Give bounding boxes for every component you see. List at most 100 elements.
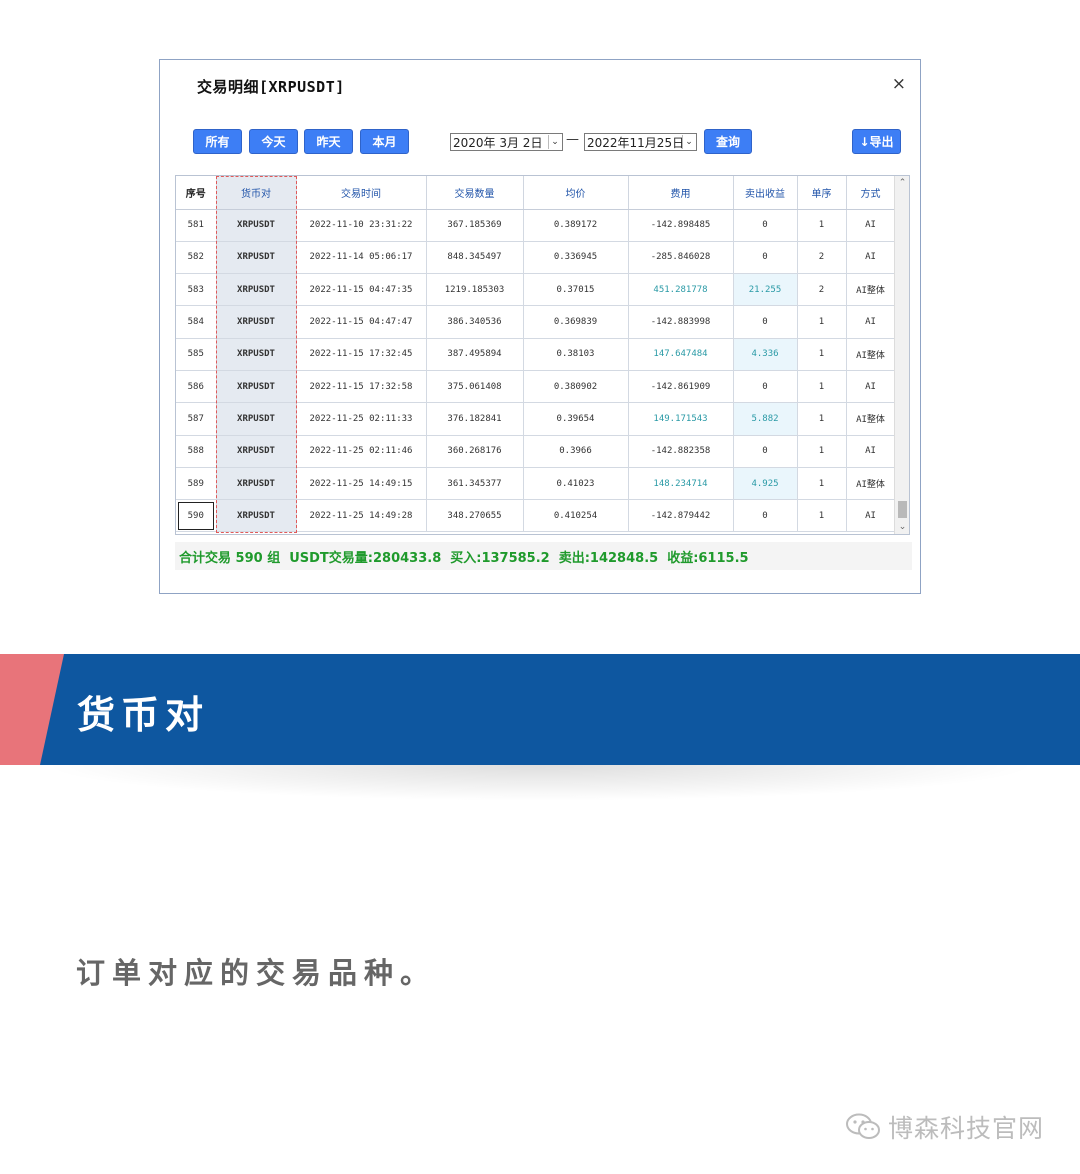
cell-pair: XRPUSDT [216,305,297,339]
header-mode[interactable]: 方式 [846,176,896,210]
cell-pair: XRPUSDT [216,435,297,468]
cell-mode: AI整体 [846,467,896,501]
cell-sell-profit: 0 [733,499,798,533]
cell-sell-profit: 0 [733,435,798,468]
trade-detail-dialog: 交易明细[XRPUSDT] × 所有 今天 昨天 本月 2020年 3月 2日 … [159,59,921,594]
cell-order-seq: 1 [797,499,847,533]
watermark: 博森科技官网 [844,1109,1044,1145]
cell-time: 2022-11-25 02:11:33 [296,402,427,436]
table-row[interactable]: 581 XRPUSDT 2022-11-10 23:31:22 367.185369 0… [176,209,896,242]
watermark-text: 博森科技官网 [887,1114,1044,1143]
cell-order-seq: 1 [797,435,847,468]
filter-all-button[interactable]: 所有 [193,129,242,154]
cell-seq: 582 [176,241,217,275]
wechat-icon [845,1113,880,1139]
cell-fee: 149.171543 [628,402,734,436]
cell-quantity: 375.061408 [426,370,524,404]
cell-fee: -142.882358 [628,435,734,468]
scroll-thumb[interactable] [898,501,907,518]
trade-table: 序号 货币对 交易时间 交易数量 均价 费用 卖出收益 单序 方式 581 XRP… [175,175,910,535]
cell-quantity: 386.340536 [426,305,524,339]
cell-avg-price: 0.410254 [523,499,629,533]
cell-time: 2022-11-14 05:06:17 [296,241,427,275]
cell-pair: XRPUSDT [216,467,297,501]
header-sell-profit[interactable]: 卖出收益 [733,176,798,210]
date-to-picker[interactable]: 2022年11月25日 ⌄ [584,133,697,151]
cell-sell-profit: 4.336 [733,338,798,371]
cell-quantity: 1219.185303 [426,273,524,307]
export-button[interactable]: ↓导出 [852,129,901,154]
cell-seq: 588 [176,435,217,468]
header-quantity[interactable]: 交易数量 [426,176,524,210]
cell-seq: 581 [176,209,217,242]
query-button[interactable]: 查询 [704,129,752,154]
cell-mode: AI [846,305,896,339]
date-from-picker[interactable]: 2020年 3月 2日 ⌄ [450,133,563,151]
table-header-row: 序号 货币对 交易时间 交易数量 均价 费用 卖出收益 单序 方式 [176,176,896,210]
cell-order-seq: 2 [797,241,847,275]
filter-yesterday-button[interactable]: 昨天 [304,129,353,154]
cell-seq: 589 [176,467,217,501]
cell-fee: 147.647484 [628,338,734,371]
summary-total: 合计交易 590 组 [179,550,281,566]
cell-sell-profit: 0 [733,209,798,242]
scroll-up-icon[interactable]: ⌃ [895,176,909,190]
table-row[interactable]: 585 XRPUSDT 2022-11-15 17:32:45 387.495894 0… [176,338,896,371]
cell-order-seq: 1 [797,305,847,339]
cell-quantity: 361.345377 [426,467,524,501]
table-row[interactable]: 589 XRPUSDT 2022-11-25 14:49:15 361.345377 0… [176,467,896,501]
table-row[interactable]: 583 XRPUSDT 2022-11-15 04:47:35 1219.185303… [176,273,896,307]
table-row[interactable]: 584 XRPUSDT 2022-11-15 04:47:47 386.340536 0… [176,305,896,339]
table-row[interactable]: 587 XRPUSDT 2022-11-25 02:11:33 376.182841 0… [176,402,896,436]
header-time[interactable]: 交易时间 [296,176,427,210]
cell-mode: AI整体 [846,338,896,371]
cell-mode: AI整体 [846,402,896,436]
close-icon[interactable]: × [892,74,906,94]
cell-time: 2022-11-25 14:49:15 [296,467,427,501]
cell-fee: -142.883998 [628,305,734,339]
chevron-down-icon[interactable]: ⌄ [548,135,561,149]
cell-pair: XRPUSDT [216,209,297,242]
cell-mode: AI [846,209,896,242]
cell-avg-price: 0.38103 [523,338,629,371]
header-seq[interactable]: 序号 [176,176,217,210]
cell-avg-price: 0.3966 [523,435,629,468]
table-row[interactable]: 582 XRPUSDT 2022-11-14 05:06:17 848.345497 0… [176,241,896,275]
cell-time: 2022-11-25 14:49:28 [296,499,427,533]
cell-quantity: 376.182841 [426,402,524,436]
banner-title: 货币对 [77,693,210,737]
header-avg-price[interactable]: 均价 [523,176,629,210]
table-row[interactable]: 590 XRPUSDT 2022-11-25 14:49:28 348.270655 0… [176,499,896,533]
date-separator: — [566,132,579,147]
cell-avg-price: 0.41023 [523,467,629,501]
cell-fee: -142.898485 [628,209,734,242]
summary-sell: 卖出:142848.5 [558,550,659,566]
summary-usdt-volume: USDT交易量:280433.8 [289,550,442,566]
cell-fee: -142.861909 [628,370,734,404]
scroll-down-icon[interactable]: ⌄ [895,520,909,534]
header-fee[interactable]: 费用 [628,176,734,210]
cell-time: 2022-11-15 04:47:35 [296,273,427,307]
header-order-seq[interactable]: 单序 [797,176,847,210]
cell-order-seq: 1 [797,338,847,371]
header-pair[interactable]: 货币对 [216,176,297,210]
summary-bar: 合计交易 590 组 USDT交易量:280433.8 买入:137585.2 … [175,542,912,570]
cell-avg-price: 0.369839 [523,305,629,339]
dialog-title: 交易明细[XRPUSDT] [197,78,345,96]
cell-order-seq: 2 [797,273,847,307]
cell-quantity: 348.270655 [426,499,524,533]
cell-time: 2022-11-15 04:47:47 [296,305,427,339]
banner-shadow [40,765,1040,801]
cell-pair: XRPUSDT [216,402,297,436]
vertical-scrollbar[interactable]: ⌃ ⌄ [894,176,909,534]
cell-quantity: 367.185369 [426,209,524,242]
cell-avg-price: 0.389172 [523,209,629,242]
chevron-down-icon[interactable]: ⌄ [682,135,695,149]
cell-pair: XRPUSDT [216,338,297,371]
filter-today-button[interactable]: 今天 [249,129,298,154]
table-row[interactable]: 588 XRPUSDT 2022-11-25 02:11:46 360.268176 0… [176,435,896,468]
table-row[interactable]: 586 XRPUSDT 2022-11-15 17:32:58 375.061408 0… [176,370,896,404]
filter-this-month-button[interactable]: 本月 [360,129,409,154]
section-banner: 货币对 [0,654,1080,765]
cell-time: 2022-11-15 17:32:58 [296,370,427,404]
